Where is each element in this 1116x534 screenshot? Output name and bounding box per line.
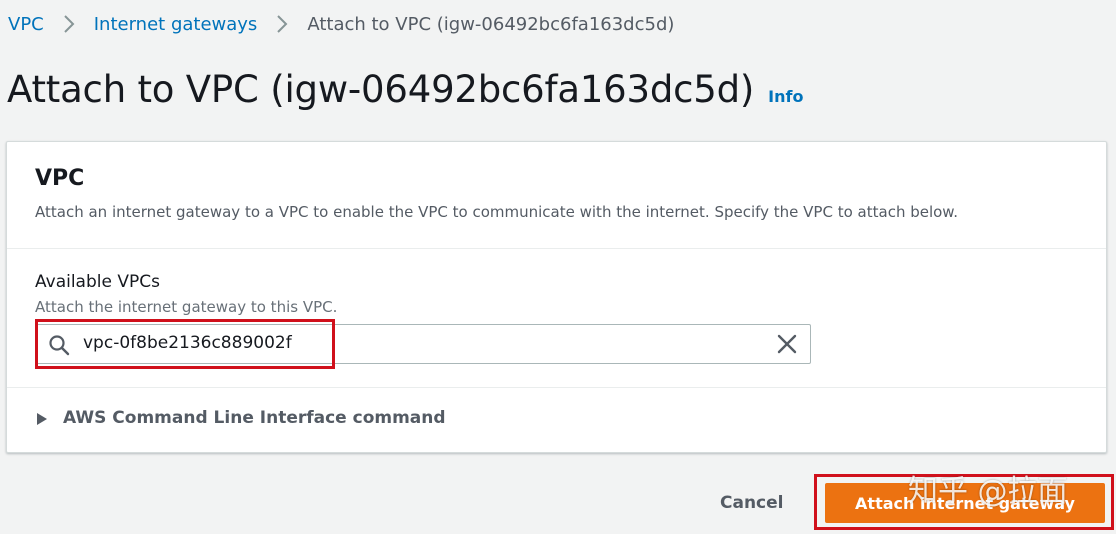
attach-vpc-page: VPC Internet gateways Attach to VPC (igw… bbox=[0, 0, 1116, 534]
page-title: Attach to VPC (igw-06492bc6fa163dc5d) bbox=[7, 68, 755, 111]
chevron-right-icon bbox=[58, 11, 80, 37]
breadcrumb-internet-gateways[interactable]: Internet gateways bbox=[94, 14, 258, 35]
cli-command-label: AWS Command Line Interface command bbox=[63, 408, 446, 428]
available-vpcs-description: Attach the internet gateway to this VPC. bbox=[35, 298, 338, 316]
card-divider bbox=[7, 387, 1106, 388]
vpc-card-header: VPC Attach an internet gateway to a VPC … bbox=[7, 142, 1106, 249]
vpc-section-description: Attach an internet gateway to a VPC to e… bbox=[35, 203, 958, 221]
attach-highlight-annotation: Attach internet gateway bbox=[814, 474, 1114, 530]
vpc-card: VPC Attach an internet gateway to a VPC … bbox=[6, 141, 1107, 453]
vpc-search-input[interactable]: vpc-0f8be2136c889002f bbox=[35, 324, 811, 364]
search-icon bbox=[48, 334, 70, 356]
breadcrumb-current: Attach to VPC (igw-06492bc6fa163dc5d) bbox=[307, 13, 675, 35]
vpc-search-value: vpc-0f8be2136c889002f bbox=[83, 333, 292, 353]
cli-command-expander[interactable]: AWS Command Line Interface command bbox=[35, 408, 446, 428]
caret-right-icon bbox=[35, 411, 49, 425]
chevron-right-icon bbox=[271, 11, 293, 37]
close-icon[interactable] bbox=[776, 333, 798, 355]
breadcrumb-vpc[interactable]: VPC bbox=[8, 14, 44, 35]
vpc-section-title: VPC bbox=[35, 166, 85, 191]
breadcrumb: VPC Internet gateways Attach to VPC (igw… bbox=[8, 11, 674, 37]
available-vpcs-label: Available VPCs bbox=[35, 272, 160, 292]
info-link[interactable]: Info bbox=[768, 87, 803, 106]
cancel-button[interactable]: Cancel bbox=[700, 487, 803, 519]
page-header: Attach to VPC (igw-06492bc6fa163dc5d) In… bbox=[7, 68, 803, 111]
attach-internet-gateway-button[interactable]: Attach internet gateway bbox=[825, 483, 1105, 523]
